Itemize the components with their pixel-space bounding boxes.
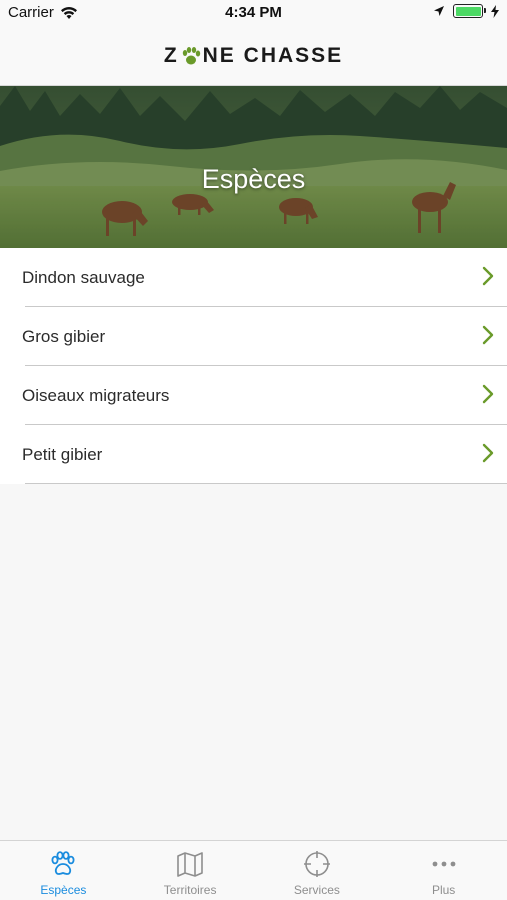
- chevron-right-icon: [482, 325, 494, 345]
- tab-territoires[interactable]: Territoires: [127, 841, 254, 900]
- more-icon: [432, 861, 456, 867]
- crosshair-icon: [303, 851, 330, 877]
- hero-title: Espèces: [201, 164, 306, 194]
- logo-text-end: NE CHASSE: [202, 43, 344, 67]
- chevron-right-icon: [482, 443, 494, 463]
- list-item-dindon-sauvage[interactable]: Dindon sauvage: [0, 248, 507, 307]
- tab-label: Espèces: [40, 883, 87, 897]
- list-item-label: Dindon sauvage: [22, 268, 145, 287]
- tab-label: Plus: [431, 883, 456, 897]
- status-time: 4:34 PM: [225, 4, 282, 21]
- battery-level: [455, 6, 481, 16]
- list-item-gros-gibier[interactable]: Gros gibier: [0, 307, 507, 366]
- zone-chasse-logo: Z NE CHASSE: [164, 44, 343, 68]
- map-icon: [177, 852, 203, 877]
- list-item-petit-gibier[interactable]: Petit gibier: [0, 425, 507, 484]
- tab-label: Services: [293, 883, 340, 897]
- tab-especes[interactable]: Espèces: [0, 841, 127, 900]
- navigation-bar: Z NE CHASSE: [0, 26, 507, 86]
- tab-bar: Espèces Territoires Services Plus: [0, 840, 507, 900]
- hero-banner: Espèces: [0, 86, 507, 248]
- tab-label: Territoires: [163, 883, 217, 897]
- list-item-oiseaux-migrateurs[interactable]: Oiseaux migrateurs: [0, 366, 507, 425]
- list-item-label: Gros gibier: [22, 327, 106, 346]
- chevron-right-icon: [482, 384, 494, 404]
- logo-text-start: Z: [163, 43, 179, 67]
- status-bar: Carrier 4:34 PM: [0, 0, 507, 26]
- row-separator: [25, 483, 507, 484]
- status-right: [433, 4, 499, 18]
- chevron-right-icon: [482, 266, 494, 286]
- list-item-label: Petit gibier: [22, 445, 103, 464]
- charging-bolt-icon: [491, 4, 499, 18]
- paw-icon: [51, 851, 75, 875]
- species-list: Dindon sauvage Gros gibier Oiseaux migra…: [0, 248, 507, 484]
- location-arrow-icon: [434, 6, 444, 16]
- logo-paw-icon: [182, 46, 200, 64]
- tab-plus[interactable]: Plus: [380, 841, 507, 900]
- list-item-label: Oiseaux migrateurs: [22, 386, 170, 405]
- tab-services[interactable]: Services: [254, 841, 381, 900]
- battery-icon: [453, 4, 486, 18]
